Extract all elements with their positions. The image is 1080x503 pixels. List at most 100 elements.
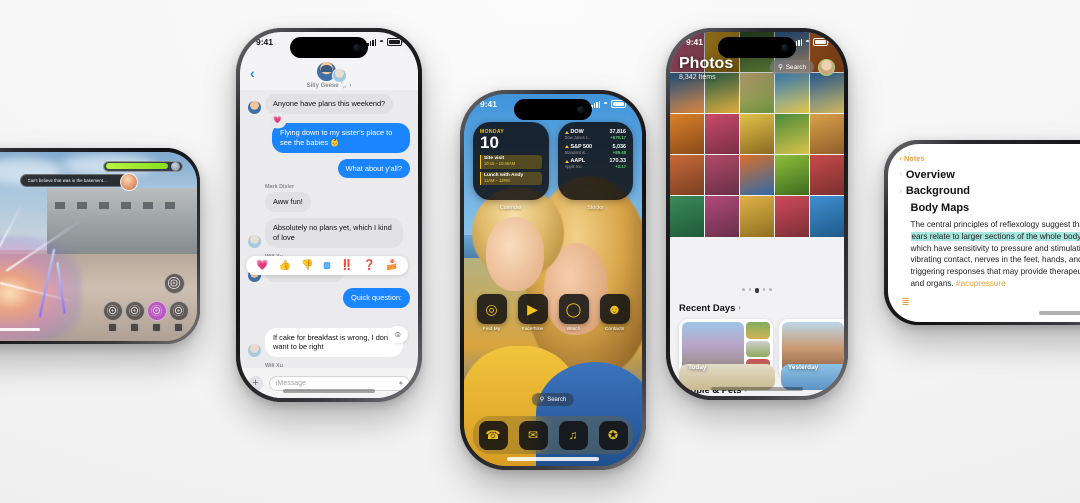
app-watch[interactable]: ◯ Watch (558, 294, 589, 332)
stock-price: 5,036 (612, 143, 627, 150)
microphone-icon[interactable]: ● (399, 380, 403, 387)
app-row: ◎ Find My ▶ FaceTime ◯ Watch ☻ Contacts (464, 294, 642, 332)
photo-thumbnail[interactable] (775, 155, 809, 196)
section-recent-days[interactable]: Recent Days › (679, 302, 741, 313)
game-key-hint-3 (151, 322, 161, 332)
message-thread[interactable]: Anyone have plans this weekend? 💗 Flying… (240, 90, 418, 368)
music-icon[interactable]: ♫ (558, 420, 588, 450)
stock-name: Apple Inc. (564, 164, 583, 169)
home-indicator[interactable] (283, 389, 375, 393)
photo-thumbnail[interactable] (810, 196, 844, 237)
phone-icon[interactable]: ☎ (478, 420, 508, 450)
home-indicator[interactable] (0, 327, 40, 331)
conversation-avatars[interactable] (307, 61, 351, 83)
photo-thumbnail[interactable] (740, 196, 774, 237)
photo-thumbnail[interactable] (670, 114, 704, 155)
calendar-widget[interactable]: MONDAY 10 Site visit 10:15 – 10:45AM Lun… (473, 122, 549, 211)
home-indicator[interactable] (1038, 311, 1080, 315)
checklist-icon[interactable]: ≣ (902, 297, 910, 308)
search-button[interactable]: ⚲ Search (770, 60, 814, 74)
note-heading-body-maps[interactable]: Body Maps (900, 202, 1080, 216)
tapback-option-question[interactable]: ❓ (363, 260, 375, 271)
message-text: Flying down to my sister's place to see … (280, 127, 393, 147)
photos-title-block: Photos 8,342 Items (679, 55, 733, 81)
game-action-button-4[interactable] (168, 300, 189, 321)
find-my-icon[interactable]: ◎ (476, 294, 507, 324)
hashtag-link[interactable]: #acupressure (956, 279, 1006, 288)
message-bubble[interactable]: Aww fun! (265, 192, 311, 213)
game-control-pad[interactable] (102, 272, 189, 332)
page-dots[interactable] (670, 288, 844, 293)
home-indicator[interactable] (711, 387, 803, 391)
app-facetime[interactable]: ▶ FaceTime (517, 294, 548, 332)
chevron-right-icon[interactable]: › (900, 188, 902, 197)
tapback-option-haha[interactable]: 🅽️ (323, 261, 330, 271)
message-bubble[interactable]: What about y'all? (337, 158, 410, 179)
app-contacts[interactable]: ☻ Contacts (599, 294, 630, 332)
photo-thumbnail[interactable] (775, 114, 809, 155)
app-find-my[interactable]: ◎ Find My (476, 294, 507, 332)
stock-symbol: S&P 500 (570, 143, 592, 150)
message-bubble[interactable]: Absolutely no plans yet, which I kind of… (265, 218, 403, 248)
facetime-icon[interactable]: ▶ (517, 294, 548, 324)
account-avatar[interactable] (818, 59, 835, 76)
photo-thumbnail[interactable] (810, 114, 844, 155)
tapback-option-thumbs-down[interactable]: 👎 (301, 260, 313, 271)
tapback-picker-bubble[interactable]: ☺ (388, 325, 408, 346)
stocks-widget[interactable]: DOW Dow Jones I... 37,816 +570.17 S&P 50… (557, 122, 633, 211)
tapback-option-exclaim[interactable]: ‼️ (341, 260, 353, 271)
photo-thumbnail[interactable] (705, 114, 739, 155)
photo-thumbnail[interactable] (705, 155, 739, 196)
avatar (248, 100, 261, 114)
game-action-button-3[interactable] (146, 300, 167, 321)
mail-icon[interactable]: ✉ (518, 420, 548, 450)
imessage-input[interactable]: iMessage ● (269, 375, 410, 391)
game-action-button-top[interactable] (163, 272, 185, 294)
page-dot[interactable] (742, 288, 745, 291)
tapback-option-cake[interactable]: 🍰 (385, 260, 397, 271)
calendar-event[interactable]: Lunch with Andy 11AM – 12PM (480, 171, 542, 186)
back-to-notes-button[interactable]: ‹ Notes (900, 154, 1080, 163)
tapback-picker[interactable]: 💗 👍 👎 🅽️ ‼️ ❓ 🍰 (246, 256, 408, 275)
watch-icon[interactable]: ◯ (558, 294, 589, 324)
conversation-title[interactable]: Silly Geese 🪿 › (240, 82, 418, 89)
photo-thumbnail[interactable] (810, 155, 844, 196)
message-bubble[interactable]: Quick question: (343, 287, 410, 308)
note-heading-overview[interactable]: › Overview (900, 169, 1080, 183)
photo-thumbnail[interactable] (670, 196, 704, 237)
calendar-event[interactable]: Site visit 10:15 – 10:45AM (480, 154, 542, 169)
game-action-button-2[interactable] (124, 300, 145, 321)
photos-header: Photos 8,342 Items ⚲ Search (670, 55, 844, 90)
message-bubble[interactable]: Anyone have plans this weekend? (265, 94, 394, 114)
back-button[interactable]: ‹ (250, 66, 255, 80)
page-dot[interactable] (762, 288, 766, 291)
note-heading-background[interactable]: › Background (900, 185, 1080, 199)
sender-name: Mark Disler (265, 184, 295, 191)
message-composer[interactable]: + iMessage ● (240, 368, 418, 398)
photo-thumbnail[interactable] (670, 155, 704, 196)
home-screen: 9:41 ◓ MONDAY 10 Site visit 10:15 – 10:4… (464, 94, 642, 466)
page-dot[interactable] (769, 288, 772, 291)
photo-thumbnail[interactable] (705, 196, 739, 237)
page-dot-active[interactable] (755, 288, 759, 293)
home-indicator[interactable] (507, 457, 599, 461)
chevron-right-icon[interactable]: › (900, 171, 902, 180)
message-bubble[interactable]: 💗 Flying down to my sister's place to se… (270, 113, 410, 153)
page-dot[interactable] (748, 288, 752, 291)
tapback-option-thumbs-up[interactable]: 👍 (279, 260, 291, 271)
safari-icon[interactable]: ✪ (598, 420, 628, 450)
add-attachment-button[interactable]: + (248, 375, 263, 391)
photo-thumbnail[interactable] (775, 196, 809, 237)
tapback-option-heart[interactable]: 💗 (256, 260, 268, 271)
game-action-button-1[interactable] (102, 300, 123, 321)
heading-text: Body Maps (910, 202, 970, 214)
tapback-badge[interactable]: 💗 (270, 113, 285, 127)
item-count: 8,342 Items (679, 73, 716, 81)
photo-thumbnail[interactable] (740, 155, 774, 196)
photo-thumbnail[interactable] (740, 114, 774, 155)
health-bar (102, 160, 183, 172)
message-bubble[interactable]: If cake for breakfast is wrong, I don't … (265, 327, 403, 358)
home-search-button[interactable]: ⚲ Search (531, 393, 575, 406)
note-body[interactable]: The central principles of reflexology su… (900, 219, 1080, 290)
contacts-icon[interactable]: ☻ (599, 294, 630, 324)
